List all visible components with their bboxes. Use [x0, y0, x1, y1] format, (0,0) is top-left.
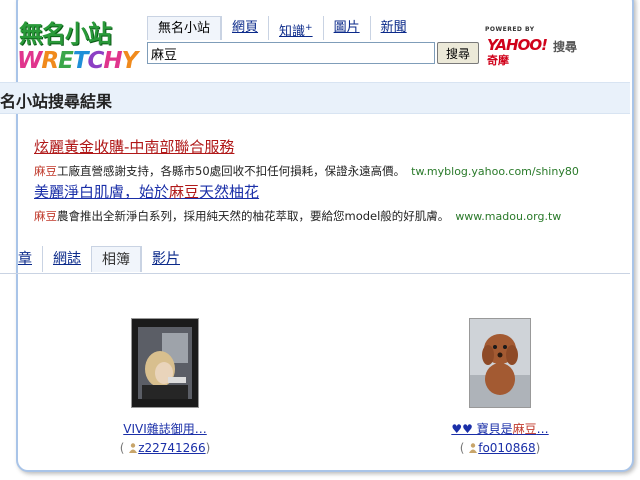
- tab-blog[interactable]: 網誌: [42, 246, 91, 272]
- sponsored-title-link[interactable]: 美麗淨白肌膚，始於麻豆天然柚花: [34, 181, 561, 202]
- tab-news[interactable]: 新聞: [369, 16, 417, 40]
- photo-thumbnail[interactable]: [131, 318, 199, 408]
- tab-wretch[interactable]: 無名小站: [147, 16, 222, 40]
- photo-thumbnail[interactable]: [469, 318, 531, 408]
- sponsored-url[interactable]: tw.myblog.yahoo.com/shiny80: [411, 165, 579, 178]
- user-icon: [469, 443, 478, 453]
- tab-videos[interactable]: 影片: [141, 246, 190, 272]
- sponsored-description: 麻豆農會推出全新淨白系列，採用純天然的柚花萃取，要給您model般的好肌膚。 ww…: [34, 209, 562, 223]
- wretch-logo[interactable]: 無名小站 WRETCHY: [17, 14, 138, 82]
- results-header: 名小站搜尋結果: [0, 82, 630, 114]
- logo-bottom-text: WRETCHY: [17, 48, 138, 74]
- search-input[interactable]: [147, 42, 435, 64]
- search-button[interactable]: 搜尋: [437, 42, 479, 64]
- tab-knowledge[interactable]: 知識+: [268, 16, 323, 40]
- logo-top-text: 無名小站: [19, 20, 112, 48]
- sponsored-title-link[interactable]: 炫麗黃金收購-中南部聯合服務: [34, 136, 579, 157]
- tab-images[interactable]: 圖片: [322, 16, 370, 40]
- powered-by-text: POWERED BY: [485, 26, 535, 33]
- yahoo-logo[interactable]: POWERED BY YAHOO! 奇摩 搜尋: [485, 26, 585, 67]
- photo-caption-link[interactable]: VIVI雜誌御用…: [100, 420, 230, 437]
- photo-result: ♥♥ 寶貝是麻豆… ( fo010868): [440, 318, 560, 455]
- tab-articles[interactable]: 章: [18, 246, 42, 272]
- sponsored-url[interactable]: www.madou.org.tw: [455, 210, 561, 223]
- sponsored-description: 麻豆工廠直營感謝支持，各縣市50處回收不扣任何損耗，保證永遠高價。 tw.mybl…: [34, 164, 579, 178]
- yahoo-search-label: 搜尋: [553, 40, 578, 54]
- photo-owner: ( fo010868): [459, 441, 541, 455]
- search-type-tabs: 無名小站 網頁 知識+ 圖片 新聞: [147, 16, 417, 40]
- category-tabs: 章 網誌 相簿 影片: [18, 246, 190, 272]
- photo-result: VIVI雜誌御用… ( z22741266): [100, 318, 230, 455]
- photo-owner: ( z22741266): [119, 441, 211, 455]
- sponsored-result: 炫麗黃金收購-中南部聯合服務 麻豆工廠直營感謝支持，各縣市50處回收不扣任何損耗…: [34, 136, 579, 179]
- tab-web[interactable]: 網頁: [221, 16, 268, 40]
- owner-id-link[interactable]: z22741266: [138, 441, 205, 455]
- owner-id-link[interactable]: fo010868: [478, 441, 535, 455]
- sponsored-result: 美麗淨白肌膚，始於麻豆天然柚花 麻豆農會推出全新淨白系列，採用純天然的柚花萃取，…: [34, 181, 561, 224]
- results-title: 名小站搜尋結果: [0, 92, 113, 111]
- photo-caption-link[interactable]: ♥♥ 寶貝是麻豆…: [440, 420, 560, 437]
- user-icon: [129, 443, 138, 453]
- tabs-divider: [0, 273, 630, 274]
- kimo-wordmark: 奇摩: [487, 54, 509, 67]
- knowledge-plus-icon: +: [305, 23, 313, 33]
- tab-albums[interactable]: 相簿: [91, 246, 141, 272]
